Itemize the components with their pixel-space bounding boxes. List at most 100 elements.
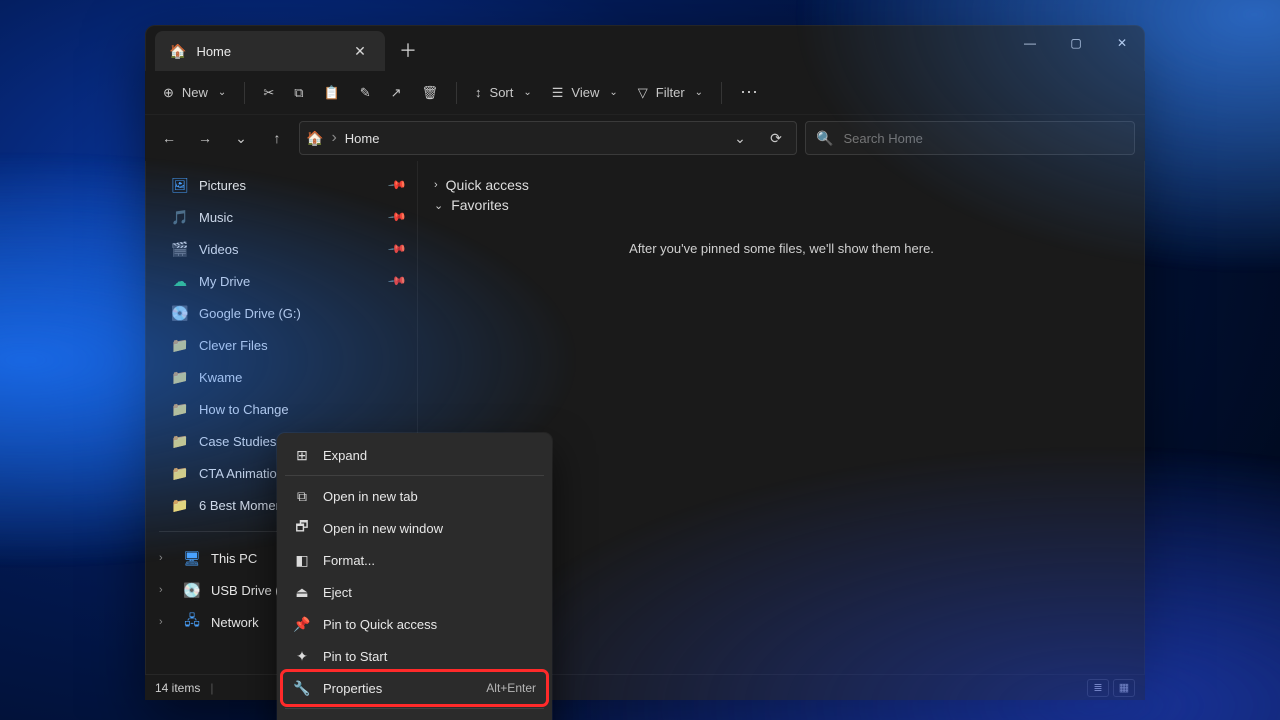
tab-title: Home bbox=[196, 44, 231, 59]
context-menu-label: Pin to Quick access bbox=[323, 617, 437, 632]
context-menu-label: Pin to Start bbox=[323, 649, 387, 664]
context-menu-item[interactable]: ⊞Expand bbox=[283, 439, 546, 471]
filter-button[interactable]: ▽ Filter ⌄ bbox=[630, 77, 711, 109]
pin-icon: 📌 bbox=[387, 175, 407, 195]
close-window-button[interactable]: ✕ bbox=[1099, 25, 1145, 61]
sidebar-item[interactable]: 🖼Pictures📌 bbox=[153, 169, 413, 201]
pin-icon: 📌 bbox=[387, 271, 407, 291]
content-area: 🖼Pictures📌🎵Music📌🎬Videos📌☁My Drive📌💽Goog… bbox=[145, 161, 1145, 706]
thumbnails-view-button[interactable]: ▦ bbox=[1113, 679, 1135, 697]
context-menu-label: Properties bbox=[323, 681, 382, 696]
search-box[interactable]: 🔍 bbox=[805, 121, 1135, 155]
pin-icon: 📌 bbox=[293, 616, 311, 633]
separator bbox=[456, 82, 457, 104]
funnel-icon: ▽ bbox=[638, 85, 648, 101]
context-menu-item[interactable]: 🔧PropertiesAlt+Enter bbox=[283, 672, 546, 704]
active-tab[interactable]: 🏠 Home ✕ bbox=[155, 31, 385, 71]
sort-button[interactable]: ↕ Sort ⌄ bbox=[467, 77, 540, 109]
details-view-button[interactable]: ≣ bbox=[1087, 679, 1109, 697]
minimize-button[interactable]: — bbox=[1007, 25, 1053, 61]
view-button[interactable]: ☰ View ⌄ bbox=[544, 77, 626, 109]
sidebar-item[interactable]: ☁My Drive📌 bbox=[153, 265, 413, 297]
context-menu-item[interactable]: ⤴Show more optionsShift+F10 bbox=[283, 713, 546, 720]
copy-button[interactable]: ⧉ bbox=[286, 77, 311, 109]
sort-icon: ↕ bbox=[475, 85, 482, 100]
forward-button[interactable]: → bbox=[191, 124, 219, 152]
scissors-icon: ✂ bbox=[263, 85, 274, 101]
sidebar-item-label: Google Drive (G:) bbox=[199, 306, 301, 321]
item-count: 14 items bbox=[155, 681, 200, 695]
chevron-right-icon[interactable]: › bbox=[159, 616, 173, 628]
sidebar-item-label: How to Change bbox=[199, 402, 289, 417]
chevron-down-icon: ⌄ bbox=[523, 87, 531, 98]
empty-state-message: After you've pinned some files, we'll sh… bbox=[434, 241, 1129, 256]
history-dropdown[interactable]: ⌄ bbox=[227, 124, 255, 152]
cut-button[interactable]: ✂ bbox=[255, 77, 282, 109]
rename-button[interactable]: ✎ bbox=[352, 77, 379, 109]
new-tab-button[interactable]: ＋ bbox=[393, 35, 423, 65]
sidebar-item[interactable]: 📁How to Change bbox=[153, 393, 413, 425]
chevron-down-icon: ⌄ bbox=[434, 199, 443, 212]
refresh-button[interactable]: ⟳ bbox=[762, 124, 790, 152]
address-bar[interactable]: 🏠 › Home ⌄ ⟳ bbox=[299, 121, 797, 155]
plus-circle-icon: ⊕ bbox=[163, 85, 174, 101]
context-menu-label: Open in new tab bbox=[323, 489, 418, 504]
share-icon: ↗ bbox=[391, 85, 402, 101]
sidebar-item-label: Pictures bbox=[199, 178, 246, 193]
chevron-right-icon: › bbox=[434, 179, 438, 191]
home-icon: 🏠 bbox=[306, 130, 323, 147]
sidebar-item-label: Videos bbox=[199, 242, 239, 257]
delete-button[interactable]: 🗑 bbox=[414, 77, 447, 109]
sidebar-item-label: Case Studies bbox=[199, 434, 276, 449]
pin-icon: 📌 bbox=[387, 239, 407, 259]
address-chevron-down-icon[interactable]: ⌄ bbox=[726, 124, 754, 152]
pin-icon: 📌 bbox=[387, 207, 407, 227]
context-menu-label: Format... bbox=[323, 553, 375, 568]
share-button[interactable]: ↗ bbox=[383, 77, 410, 109]
sidebar-item[interactable]: 💽Google Drive (G:) bbox=[153, 297, 413, 329]
context-menu-item[interactable]: ⏏Eject bbox=[283, 576, 546, 608]
chevron-right-icon[interactable]: › bbox=[159, 584, 173, 596]
section-favorites[interactable]: ⌄ Favorites bbox=[434, 197, 1129, 213]
separator bbox=[721, 82, 722, 104]
chevron-down-icon: ⌄ bbox=[695, 87, 703, 98]
context-menu-label: Eject bbox=[323, 585, 352, 600]
section-quick-access[interactable]: › Quick access bbox=[434, 177, 1129, 193]
context-menu-item[interactable]: 📌 Pin to Quick access bbox=[283, 608, 546, 640]
sidebar-item[interactable]: 📁Clever Files bbox=[153, 329, 413, 361]
pinstart-icon: ✦ bbox=[293, 648, 311, 665]
chevron-right-icon[interactable]: › bbox=[159, 552, 173, 564]
breadcrumb[interactable]: Home bbox=[345, 131, 380, 146]
context-menu-label: Expand bbox=[323, 448, 367, 463]
search-input[interactable] bbox=[843, 131, 1124, 146]
sidebar-item[interactable]: 📁Kwame bbox=[153, 361, 413, 393]
back-button[interactable]: ← bbox=[155, 124, 183, 152]
context-menu-item[interactable]: ✦ Pin to Start bbox=[283, 640, 546, 672]
breadcrumb-separator: › bbox=[331, 129, 336, 147]
sidebar-item[interactable]: 🎵Music📌 bbox=[153, 201, 413, 233]
chevron-down-icon: ⌄ bbox=[609, 87, 617, 98]
paste-button[interactable]: 📋 bbox=[316, 77, 348, 109]
window-controls: — ▢ ✕ bbox=[1007, 25, 1145, 71]
trash-icon: 🗑 bbox=[422, 85, 439, 101]
context-menu-item[interactable]: ⧉Open in new tab bbox=[283, 480, 546, 512]
sidebar-item-label: Kwame bbox=[199, 370, 242, 385]
close-tab-button[interactable]: ✕ bbox=[345, 36, 375, 66]
copy-icon: ⧉ bbox=[294, 85, 303, 101]
sidebar-item-label: Clever Files bbox=[199, 338, 268, 353]
chevron-down-icon: ⌄ bbox=[218, 87, 226, 98]
clipboard-icon: 📋 bbox=[324, 85, 340, 101]
more-button[interactable]: ⋯ bbox=[732, 82, 768, 103]
rename-icon: ✎ bbox=[360, 85, 371, 101]
context-menu-item[interactable]: 🗗Open in new window bbox=[283, 512, 546, 544]
sidebar-item[interactable]: 🎬Videos📌 bbox=[153, 233, 413, 265]
context-menu-item[interactable]: ◧Format... bbox=[283, 544, 546, 576]
sidebar-item-label: This PC bbox=[211, 551, 257, 566]
sidebar-item-label: Music bbox=[199, 210, 233, 225]
new-label: New bbox=[182, 85, 208, 100]
up-button[interactable]: ↑ bbox=[263, 124, 291, 152]
new-button[interactable]: ⊕ New ⌄ bbox=[155, 77, 234, 109]
search-icon: 🔍 bbox=[816, 130, 833, 147]
maximize-button[interactable]: ▢ bbox=[1053, 25, 1099, 61]
divider bbox=[285, 475, 544, 476]
